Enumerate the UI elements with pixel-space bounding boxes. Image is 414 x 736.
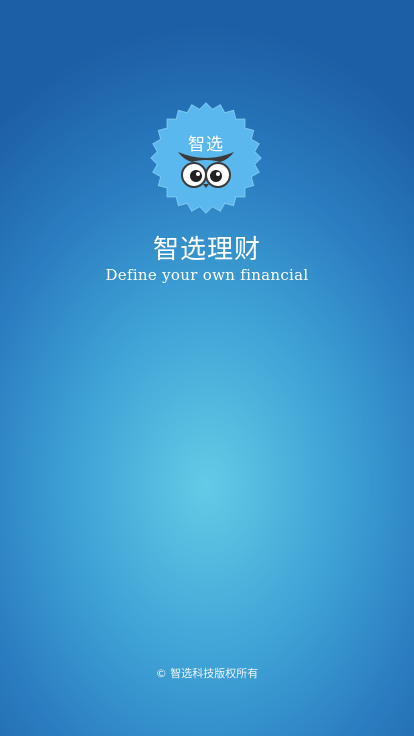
logo-text: 智选 <box>188 135 224 155</box>
app-logo-badge: 智选 <box>150 102 262 214</box>
copyright-text: © 智选科技版权所有 <box>155 667 259 680</box>
splash-screen: 智选 智选理财 Define your own financial © 智选科技… <box>0 0 414 736</box>
badge-shape <box>150 102 262 214</box>
app-title: 智选理财 <box>152 235 261 265</box>
tagline: Define your own financial <box>105 266 309 284</box>
